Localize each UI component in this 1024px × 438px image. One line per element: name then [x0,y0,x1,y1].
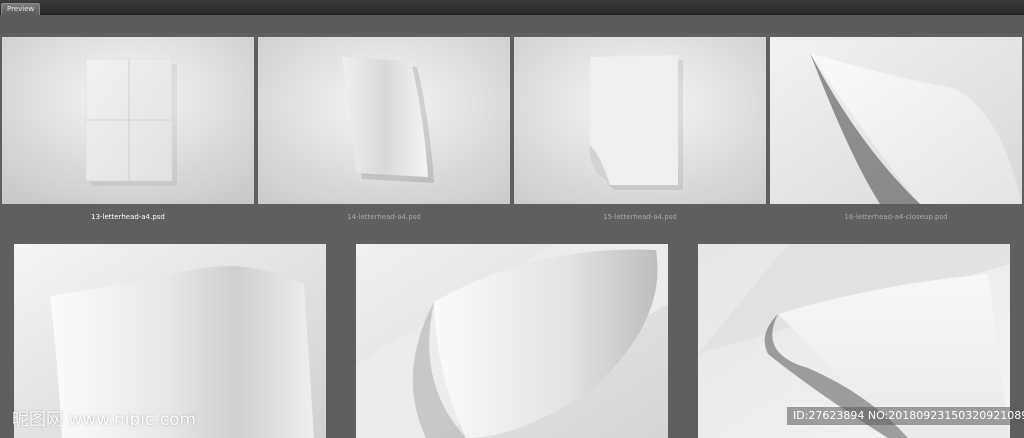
toolbar-strip [0,15,1024,33]
folded-paper-image [2,37,254,204]
thumbnail-14-letterhead-a4[interactable] [258,37,510,204]
tab-preview[interactable]: Preview [1,3,41,15]
closeup-paper-image [770,37,1022,204]
file-caption[interactable]: 14-letterhead-a4.psd [258,212,510,222]
thumbnail-rolled-paper[interactable] [356,244,668,438]
curled-paper-image [258,37,510,204]
rolled-paper-image [356,244,668,438]
thumbnail-13-letterhead-a4[interactable] [2,37,254,204]
id-watermark: ID:27623894 NO:20180923150320921089 [787,407,1024,425]
file-caption[interactable]: 16-letterhead-a4-closeup.psd [770,212,1022,222]
title-bar: Preview [0,0,1024,15]
thumbnail-16-letterhead-a4-closeup[interactable] [770,37,1022,204]
page-curl-image [514,37,766,204]
file-caption[interactable]: 13-letterhead-a4.psd [2,212,254,222]
thumbnail-15-letterhead-a4[interactable] [514,37,766,204]
file-caption[interactable]: 15-letterhead-a4.psd [514,212,766,222]
site-watermark: 昵图网 www.nipic.com [12,410,197,430]
